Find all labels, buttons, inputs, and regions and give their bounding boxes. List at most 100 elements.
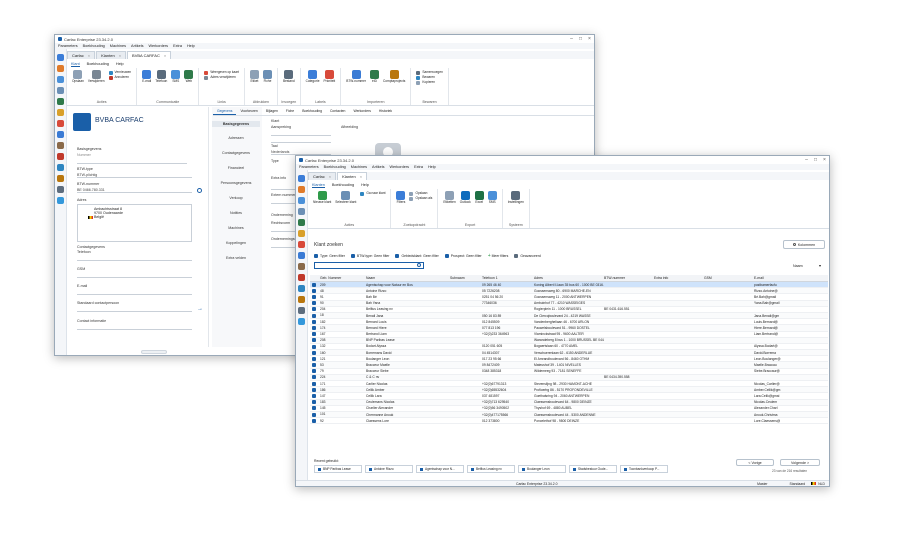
home-icon[interactable]	[298, 175, 305, 182]
subtab-bijlagen[interactable]: Bijlagen	[262, 108, 282, 115]
filter-gebiedsklant[interactable]: Gebiedsklant: Geen filter	[395, 254, 439, 258]
money-icon[interactable]	[57, 120, 64, 127]
instellingen-button[interactable]: Instellingen	[508, 191, 524, 205]
ribbon-tab-help[interactable]: Help	[116, 62, 124, 66]
table-row[interactable]: 92 Claessens Lore 012 373800 Poncelethof 98…	[310, 418, 828, 425]
nav-notities[interactable]: Notities	[212, 211, 260, 215]
filter-btw-type[interactable]: BTW-type: Geen filter	[350, 254, 389, 258]
delete-button[interactable]: Verwijderen	[88, 70, 105, 84]
maximize-button[interactable]: □	[576, 36, 585, 42]
chat-icon[interactable]	[298, 318, 305, 325]
kopieren-button[interactable]: Kopieren	[416, 80, 443, 85]
close-icon[interactable]: ×	[88, 53, 90, 58]
sms-button[interactable]: SMS	[487, 191, 497, 205]
naam-input[interactable]	[271, 138, 331, 143]
new-customer-button[interactable]: Nieuwe klant	[313, 191, 331, 205]
search-input[interactable]	[314, 262, 424, 269]
filters-button[interactable]: Filters	[396, 191, 406, 205]
menu-artikels[interactable]: Artikels	[131, 44, 143, 48]
calendar-icon[interactable]	[57, 131, 64, 138]
telefoon-input[interactable]	[77, 256, 192, 261]
btw-nummer-button[interactable]: BTW-nummer	[346, 70, 366, 84]
save-search-as-button[interactable]: Opslaan als	[409, 196, 432, 201]
tab-klanten[interactable]: Klanten ×	[337, 172, 368, 180]
nav-verkoop[interactable]: Verkoop	[212, 196, 260, 200]
tab-carfac[interactable]: Carfac ×	[67, 51, 96, 59]
geavanceerd-button[interactable]: Geavanceerd	[514, 254, 541, 258]
comptaprojects-button[interactable]: Comptaprojects	[383, 70, 405, 84]
box-icon[interactable]	[298, 296, 305, 303]
nav-basisgegevens[interactable]: Basisgegevens	[212, 121, 260, 127]
calendar-icon[interactable]	[298, 252, 305, 259]
chevron-down-icon[interactable]: ▾	[819, 263, 821, 268]
recent-item[interactable]: Belfius Leasing nv	[467, 465, 515, 473]
nummer-input[interactable]	[77, 159, 187, 164]
bestand-button[interactable]: Bestand	[283, 70, 295, 84]
outlook-button[interactable]: Outlook	[460, 191, 471, 205]
search-icon[interactable]	[197, 188, 202, 193]
tab-bvba-carfac[interactable]: BVBA CARFAC ×	[127, 51, 172, 59]
subtab-voorkeuren[interactable]: Voorkeuren	[236, 108, 261, 115]
recent-item[interactable]: Boulanger Leon	[518, 465, 566, 473]
menu-extra[interactable]: Extra	[173, 44, 182, 48]
menu-help[interactable]: Help	[428, 165, 436, 169]
back-horizontal-scrollbar[interactable]	[141, 350, 167, 354]
chart-icon[interactable]	[298, 285, 305, 292]
tab-klanten[interactable]: Klanten ×	[96, 51, 127, 59]
nav-extra-velden[interactable]: Extra velden	[212, 256, 260, 260]
filter-type[interactable]: Type: Geen filter	[314, 254, 345, 258]
menu-machines[interactable]: Machines	[110, 44, 126, 48]
etiket-button[interactable]: Etiket	[249, 70, 259, 84]
phone-button[interactable]: Telefoon	[155, 70, 167, 84]
categorie-button[interactable]: Categorie	[306, 70, 320, 84]
filter-prospect[interactable]: Prospect: Geen filter	[444, 254, 482, 258]
money-icon[interactable]	[298, 241, 305, 248]
menu-help[interactable]: Help	[187, 44, 195, 48]
subtab-contacten[interactable]: Contacten	[326, 108, 349, 115]
tools-icon[interactable]	[57, 142, 64, 149]
meer-filters-button[interactable]: + Meer filters	[488, 253, 509, 259]
cancel-button[interactable]: Annuleren	[108, 75, 132, 80]
truck-icon[interactable]	[298, 274, 305, 281]
close-icon[interactable]: ×	[119, 53, 121, 58]
col-extra-info[interactable]: Extra info	[654, 276, 704, 280]
menu-parameters[interactable]: Parameters	[58, 44, 78, 48]
subtab-historiek[interactable]: Historiek	[375, 108, 396, 115]
col-subnaam[interactable]: Subnaam	[450, 276, 482, 280]
maximize-button[interactable]: □	[811, 157, 820, 163]
box-icon[interactable]	[57, 175, 64, 182]
report-icon[interactable]	[57, 186, 64, 193]
col-geb-nummer[interactable]: Geb. Nummer	[310, 276, 366, 280]
invoices-icon[interactable]	[57, 98, 64, 105]
subtab-fiche[interactable]: Fiche	[282, 108, 298, 115]
etiketten-button[interactable]: Etiketten	[443, 191, 456, 205]
tools-icon[interactable]	[298, 263, 305, 270]
customers-icon[interactable]	[298, 186, 305, 193]
select-customer-button[interactable]: Selecteer klant	[335, 191, 356, 205]
suppliers-icon[interactable]	[298, 208, 305, 215]
goto-customer-button[interactable]: Ga naar klant	[360, 191, 385, 196]
nav-persoonsgegevens[interactable]: Persoonsgegevens	[212, 181, 260, 185]
excel-button[interactable]: Excel	[474, 191, 484, 205]
invoices-icon[interactable]	[298, 219, 305, 226]
menu-extra[interactable]: Extra	[414, 165, 423, 169]
arrow-right-icon[interactable]: →	[197, 306, 203, 312]
recent-item[interactable]: BNP Paribas Lease	[314, 465, 362, 473]
nav-adressen[interactable]: Adressen	[212, 136, 260, 140]
nav-contactgegevens[interactable]: Contactgegevens	[212, 151, 260, 155]
sms-button[interactable]: SMS	[171, 70, 181, 84]
col-gsm[interactable]: GSM	[704, 276, 754, 280]
ribbon-tab-help[interactable]: Help	[361, 183, 369, 187]
prioriteit-button[interactable]: Prioriteit	[324, 70, 335, 84]
contact-info-input[interactable]	[77, 325, 192, 330]
nav-koppelingen[interactable]: Koppelingen	[212, 241, 260, 245]
aanspreking-select[interactable]	[271, 131, 331, 136]
col-telefoon[interactable]: Telefoon 1	[482, 276, 534, 280]
contacts-icon[interactable]	[57, 76, 64, 83]
menu-werkorders[interactable]: Werkorders	[149, 44, 169, 48]
suppliers-icon[interactable]	[57, 87, 64, 94]
ribbon-tab-boekhouding[interactable]: Boekhouding	[332, 183, 354, 187]
ribbon-tab-klanten[interactable]: Klanten	[312, 183, 325, 188]
btw-type-select[interactable]: BTW-plichtig	[77, 173, 192, 178]
web-button[interactable]: Web	[184, 70, 194, 84]
